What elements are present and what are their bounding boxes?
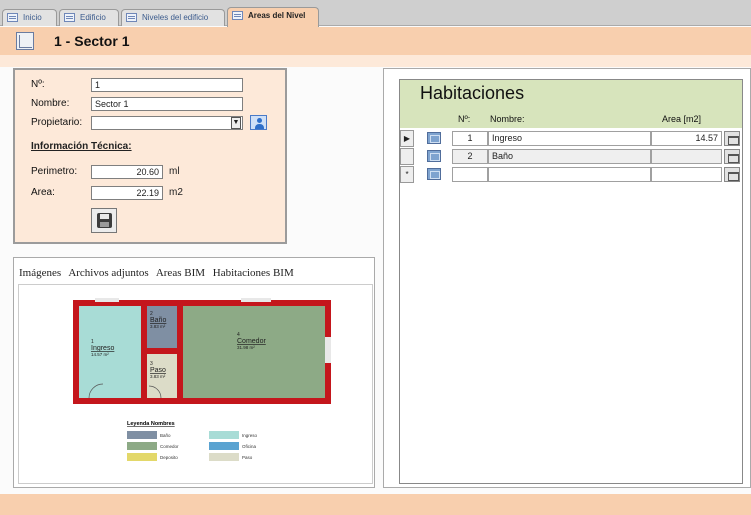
room-icon [427, 150, 441, 162]
open-record-icon[interactable] [724, 131, 740, 146]
legend-swatch [209, 453, 239, 461]
save-button[interactable] [91, 208, 117, 233]
tab-areas-bim[interactable]: Areas BIM [156, 267, 205, 279]
header-divider [0, 55, 751, 67]
legend: Baño Ingreso Comedor Oficina Deposito Paso [127, 431, 258, 461]
no-field[interactable]: 1 [91, 78, 243, 92]
habitaciones-title: Habitaciones [420, 83, 525, 103]
room-name: Baño [150, 317, 166, 324]
cell-area[interactable] [651, 149, 722, 164]
table-row[interactable]: ▶ 1 Ingreso 14.57 [400, 130, 742, 147]
legend-label: Baño [160, 433, 171, 438]
room-icon [427, 132, 441, 144]
form-icon [16, 32, 34, 50]
form-icon [126, 13, 137, 22]
area-unit: m2 [169, 187, 183, 198]
perimetro-unit: ml [169, 166, 180, 177]
floorplan-drawing: 1 Ingreso 14.57 m² 2 Baño 3.83 m² 3 Paso… [73, 298, 331, 461]
legend-label: Paso [242, 455, 253, 460]
column-header-nombre: Nombre: [490, 114, 525, 124]
table-row-new[interactable]: * [400, 166, 742, 183]
window [95, 298, 119, 302]
no-label: Nº: [31, 79, 45, 90]
record-selector[interactable]: * [400, 166, 414, 183]
record-selector[interactable] [400, 148, 414, 165]
legend-title: Leyenda Nombres [127, 421, 175, 427]
room-comedor [183, 306, 325, 398]
table-row[interactable]: 2 Baño [400, 148, 742, 165]
tab-archivos-adjuntos[interactable]: Archivos adjuntos [68, 267, 148, 279]
tab-imagenes[interactable]: Imágenes [19, 267, 62, 280]
owner-lookup-button[interactable] [250, 115, 267, 130]
subform-header: Habitaciones Nº: Nombre: Area [m2] [400, 80, 742, 128]
save-icon [97, 213, 112, 228]
room-area: 14.57 m² [91, 352, 109, 357]
tab-label: Niveles del edificio [142, 13, 209, 22]
record-selector[interactable]: ▶ [400, 130, 414, 147]
legend-swatch [127, 453, 157, 461]
room-area: 3.83 m² [150, 374, 166, 379]
area-label: Area: [31, 187, 55, 198]
propietario-select[interactable] [91, 116, 243, 130]
chevron-down-icon[interactable]: ▼ [231, 117, 241, 129]
technical-info-heading: Información Técnica: [31, 141, 132, 152]
tab-areas-del-nivel[interactable]: Areas del Nivel [227, 7, 319, 27]
nombre-field[interactable]: Sector 1 [91, 97, 243, 111]
cell-area[interactable]: 14.57 [651, 131, 722, 146]
cell-no[interactable] [452, 167, 488, 182]
tab-niveles-del-edificio[interactable]: Niveles del edificio [121, 9, 225, 26]
open-record-icon[interactable] [724, 167, 740, 182]
tab-label: Inicio [23, 13, 42, 22]
open-record-icon[interactable] [724, 149, 740, 164]
legend-swatch [127, 442, 157, 450]
tab-label: Edificio [80, 13, 106, 22]
tab-edificio[interactable]: Edificio [59, 9, 119, 26]
habitaciones-panel: Habitaciones Nº: Nombre: Area [m2] ▶ 1 I… [383, 68, 751, 488]
document-tab-strip: Inicio Edificio Niveles del edificio Are… [0, 0, 751, 27]
form-icon [232, 11, 243, 20]
legend-label: Oficina [242, 444, 257, 449]
perimetro-label: Perimetro: [31, 166, 78, 177]
area-field[interactable]: 22.19 [91, 186, 163, 200]
legend-swatch [209, 431, 239, 439]
perimetro-field[interactable]: 20.60 [91, 165, 163, 179]
attachments-panel: Imágenes Archivos adjuntos Areas BIM Hab… [13, 257, 375, 488]
room-ingreso [79, 306, 141, 398]
propietario-label: Propietario: [31, 117, 83, 128]
room-name: Ingreso [91, 345, 114, 352]
legend-label: Deposito [160, 455, 178, 460]
cell-no[interactable]: 1 [452, 131, 488, 146]
cell-nombre[interactable]: Baño [488, 149, 651, 164]
form-header: 1 - Sector 1 [0, 27, 751, 55]
window [325, 337, 331, 363]
room-name: Paso [150, 367, 166, 374]
legend-swatch [127, 431, 157, 439]
room-name: Comedor [237, 338, 266, 345]
room-area: 3.83 m² [150, 324, 166, 329]
column-header-area: Area [m2] [662, 114, 702, 124]
form-icon [64, 13, 75, 22]
legend-label: Ingreso [242, 433, 258, 438]
floorplan-image: 1 Ingreso 14.57 m² 2 Baño 3.83 m² 3 Paso… [18, 284, 373, 484]
form-icon [7, 13, 18, 22]
area-detail-panel: Nº: 1 Nombre: Sector 1 Propietario: ▼ In… [13, 68, 287, 244]
legend-label: Comedor [160, 444, 179, 449]
nombre-label: Nombre: [31, 98, 70, 109]
cell-nombre[interactable]: Ingreso [488, 131, 651, 146]
tab-habitaciones-bim[interactable]: Habitaciones BIM [213, 267, 294, 279]
tab-inicio[interactable]: Inicio [2, 9, 57, 26]
cell-nombre[interactable] [488, 167, 651, 182]
page-title: 1 - Sector 1 [54, 33, 130, 49]
window [241, 298, 271, 302]
room-area: 31.98 m² [237, 345, 255, 350]
footer-bar [0, 494, 751, 515]
cell-no[interactable]: 2 [452, 149, 488, 164]
tab-label: Areas del Nivel [248, 11, 306, 20]
room-icon [427, 168, 441, 180]
cell-area[interactable] [651, 167, 722, 182]
attachment-tabs: Imágenes Archivos adjuntos Areas BIM Hab… [19, 267, 299, 280]
legend-swatch [209, 442, 239, 450]
habitaciones-subform: Habitaciones Nº: Nombre: Area [m2] ▶ 1 I… [399, 79, 743, 484]
column-header-no: Nº: [458, 114, 471, 124]
